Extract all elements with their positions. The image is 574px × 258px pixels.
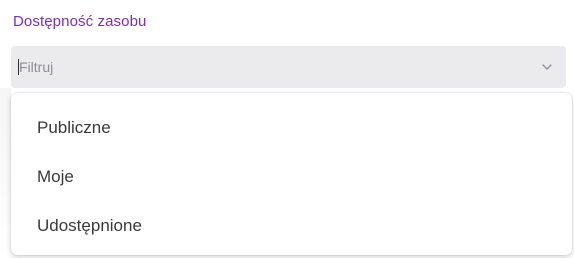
- field-label: Dostępność zasobu: [13, 13, 147, 30]
- dropdown-menu: Publiczne Moje Udostępnione: [11, 93, 572, 255]
- filter-select[interactable]: [11, 46, 566, 88]
- background-shade: [0, 88, 11, 258]
- filter-input[interactable]: [19, 46, 519, 88]
- option-public[interactable]: Publiczne: [11, 103, 572, 152]
- option-shared[interactable]: Udostępnione: [11, 201, 572, 250]
- resource-availability-filter: Dostępność zasobu Publiczne Moje Udostęp…: [0, 0, 574, 258]
- option-mine[interactable]: Moje: [11, 152, 572, 201]
- chevron-down-icon[interactable]: [540, 60, 554, 74]
